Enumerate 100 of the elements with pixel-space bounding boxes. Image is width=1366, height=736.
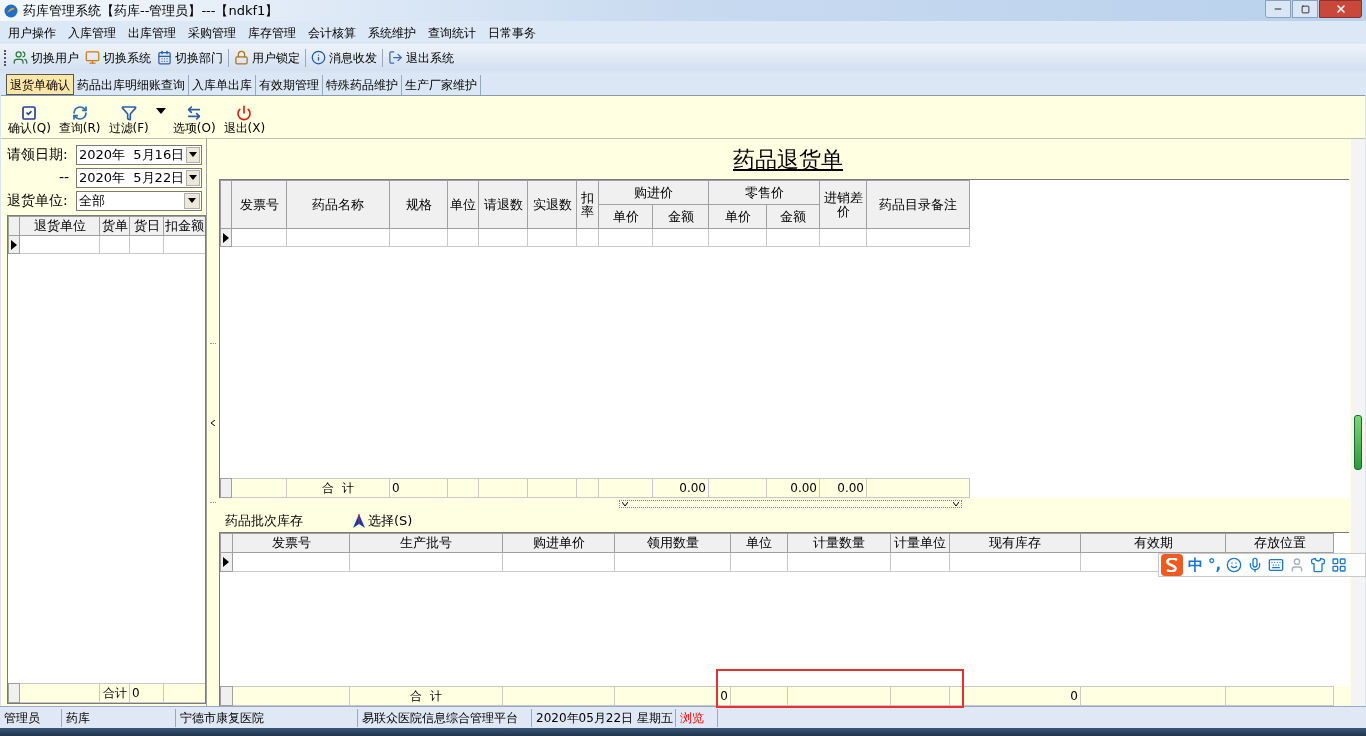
- menu-item[interactable]: 查询统计: [422, 23, 482, 42]
- column-header[interactable]: 货日: [129, 216, 164, 236]
- menu-item[interactable]: 用户操作: [2, 23, 62, 42]
- column-header[interactable]: 生产批号: [349, 533, 503, 553]
- toolbar-button[interactable]: 切换系统: [82, 48, 154, 67]
- total-cell: 0.00: [652, 478, 709, 498]
- toolbar-button[interactable]: 切换部门: [154, 48, 226, 67]
- action-button[interactable]: 确认(Q): [7, 105, 52, 135]
- minimize-button[interactable]: [1265, 0, 1291, 18]
- restore-icon: [1300, 4, 1310, 14]
- splitter-handle[interactable]: [619, 500, 962, 508]
- action-button[interactable]: 退出(X): [222, 105, 267, 135]
- arrow-icon: [353, 514, 365, 528]
- power-icon: [236, 105, 253, 121]
- date-picker[interactable]: 2020年 5月16日: [76, 144, 202, 165]
- column-header[interactable]: 扣金额: [163, 216, 205, 236]
- grid-icon[interactable]: [1331, 557, 1348, 573]
- row-pointer-icon: [223, 232, 229, 243]
- column-header[interactable]: 现有库存: [949, 533, 1081, 553]
- app-logo-icon: [4, 3, 18, 18]
- column-header[interactable]: 计量数量: [787, 533, 891, 553]
- menu-item[interactable]: 采购管理: [182, 23, 242, 42]
- emoji-icon[interactable]: [1226, 557, 1243, 573]
- splitter-handle[interactable]: [210, 342, 216, 503]
- column-header[interactable]: 发票号: [232, 533, 350, 553]
- monitor-icon: [85, 50, 100, 65]
- status-text: 药库: [64, 708, 176, 727]
- shirt-icon[interactable]: [1310, 557, 1327, 573]
- users-icon: [13, 50, 28, 65]
- action-button[interactable]: 查询(R): [57, 105, 102, 135]
- column-header[interactable]: 购进价: [598, 180, 709, 205]
- filter-icon: [120, 105, 137, 121]
- column-header[interactable]: 规格: [389, 180, 448, 229]
- column-header[interactable]: 存放位置: [1225, 533, 1334, 553]
- menu-item[interactable]: 库存管理: [242, 23, 302, 42]
- select-button[interactable]: 选择(S): [353, 511, 413, 531]
- form-title: 药品退货单: [733, 145, 843, 174]
- info-icon: [311, 50, 326, 65]
- restore-button[interactable]: [1292, 0, 1318, 18]
- column-header[interactable]: 零售价: [708, 180, 820, 205]
- section-title: 药品批次库存: [225, 512, 303, 531]
- column-header[interactable]: 发票号: [231, 180, 287, 229]
- total-cell: 0.00: [766, 478, 820, 498]
- column-header[interactable]: 计量单位: [890, 533, 950, 553]
- status-text: 2020年05月22日 星期五: [534, 708, 676, 727]
- field-label: 退货单位:: [7, 191, 69, 210]
- column-header[interactable]: 进销差价: [819, 180, 867, 229]
- toolbar-button[interactable]: 切换用户: [10, 48, 82, 67]
- total-cell: 0: [389, 478, 448, 498]
- column-header[interactable]: 扣率: [576, 180, 599, 229]
- column-header[interactable]: 药品名称: [286, 180, 390, 229]
- total-cell: 0: [129, 683, 164, 703]
- status-text: 浏览: [678, 708, 718, 727]
- toolbar-button[interactable]: 退出系统: [385, 48, 457, 67]
- total-cell: 0: [614, 686, 731, 706]
- total-cell: 合 计: [286, 478, 390, 498]
- action-button[interactable]: 过滤(F): [107, 105, 150, 135]
- menu-item[interactable]: 入库管理: [62, 23, 122, 42]
- action-button[interactable]: 选项(O): [171, 105, 217, 135]
- dropdown-arrow-icon[interactable]: [155, 107, 166, 114]
- status-text: 管理员: [2, 708, 62, 727]
- tab[interactable]: 退货单确认: [6, 74, 74, 95]
- field-label: 请领日期:: [7, 145, 69, 164]
- column-header[interactable]: 单位: [447, 180, 479, 229]
- total-cell: 0: [949, 686, 1081, 706]
- keyboard-icon[interactable]: [1268, 557, 1285, 573]
- window-title: 药库管理系统【药库--管理员】---【ndkf1】: [23, 1, 279, 20]
- column-header[interactable]: 请退数: [478, 180, 528, 229]
- row-pointer-icon: [11, 239, 17, 250]
- lock-icon: [234, 50, 249, 65]
- close-icon: [1334, 3, 1347, 15]
- column-header[interactable]: 单位: [730, 533, 788, 553]
- toolbar-button[interactable]: 消息收发: [308, 48, 380, 67]
- column-header[interactable]: 货单: [99, 216, 130, 236]
- ime-mode[interactable]: 中: [1188, 553, 1203, 577]
- column-header[interactable]: 实退数: [527, 180, 577, 229]
- status-text: 宁德市康复医院: [178, 708, 358, 727]
- scrollbar[interactable]: [1351, 139, 1365, 706]
- range-separator: --: [57, 168, 70, 187]
- date-picker[interactable]: 2020年 5月22日: [76, 167, 202, 188]
- refresh-icon: [71, 105, 88, 121]
- column-header[interactable]: 领用数量: [614, 533, 731, 553]
- column-header[interactable]: 购进单价: [502, 533, 615, 553]
- calendar-icon: [157, 50, 172, 65]
- total-cell: 合 计: [349, 686, 503, 706]
- checkbox-icon: [21, 105, 38, 121]
- column-header[interactable]: 药品目录备注: [866, 180, 970, 229]
- unit-select[interactable]: 全部: [76, 190, 202, 211]
- column-header[interactable]: 有效期: [1080, 533, 1226, 553]
- menu-item[interactable]: 日常事务: [482, 23, 542, 42]
- menu-item[interactable]: 系统维护: [362, 23, 422, 42]
- toolbar-button[interactable]: 用户锁定: [231, 48, 303, 67]
- column-header[interactable]: 退货单位: [19, 216, 100, 236]
- menu-item[interactable]: 出库管理: [122, 23, 182, 42]
- total-cell: 合计: [99, 683, 130, 703]
- swap-icon: [186, 105, 203, 121]
- menu-item[interactable]: 会计核算: [302, 23, 362, 42]
- ime-mode[interactable]: °,: [1208, 553, 1222, 577]
- row-pointer-icon: [223, 557, 229, 567]
- close-button[interactable]: [1319, 0, 1362, 18]
